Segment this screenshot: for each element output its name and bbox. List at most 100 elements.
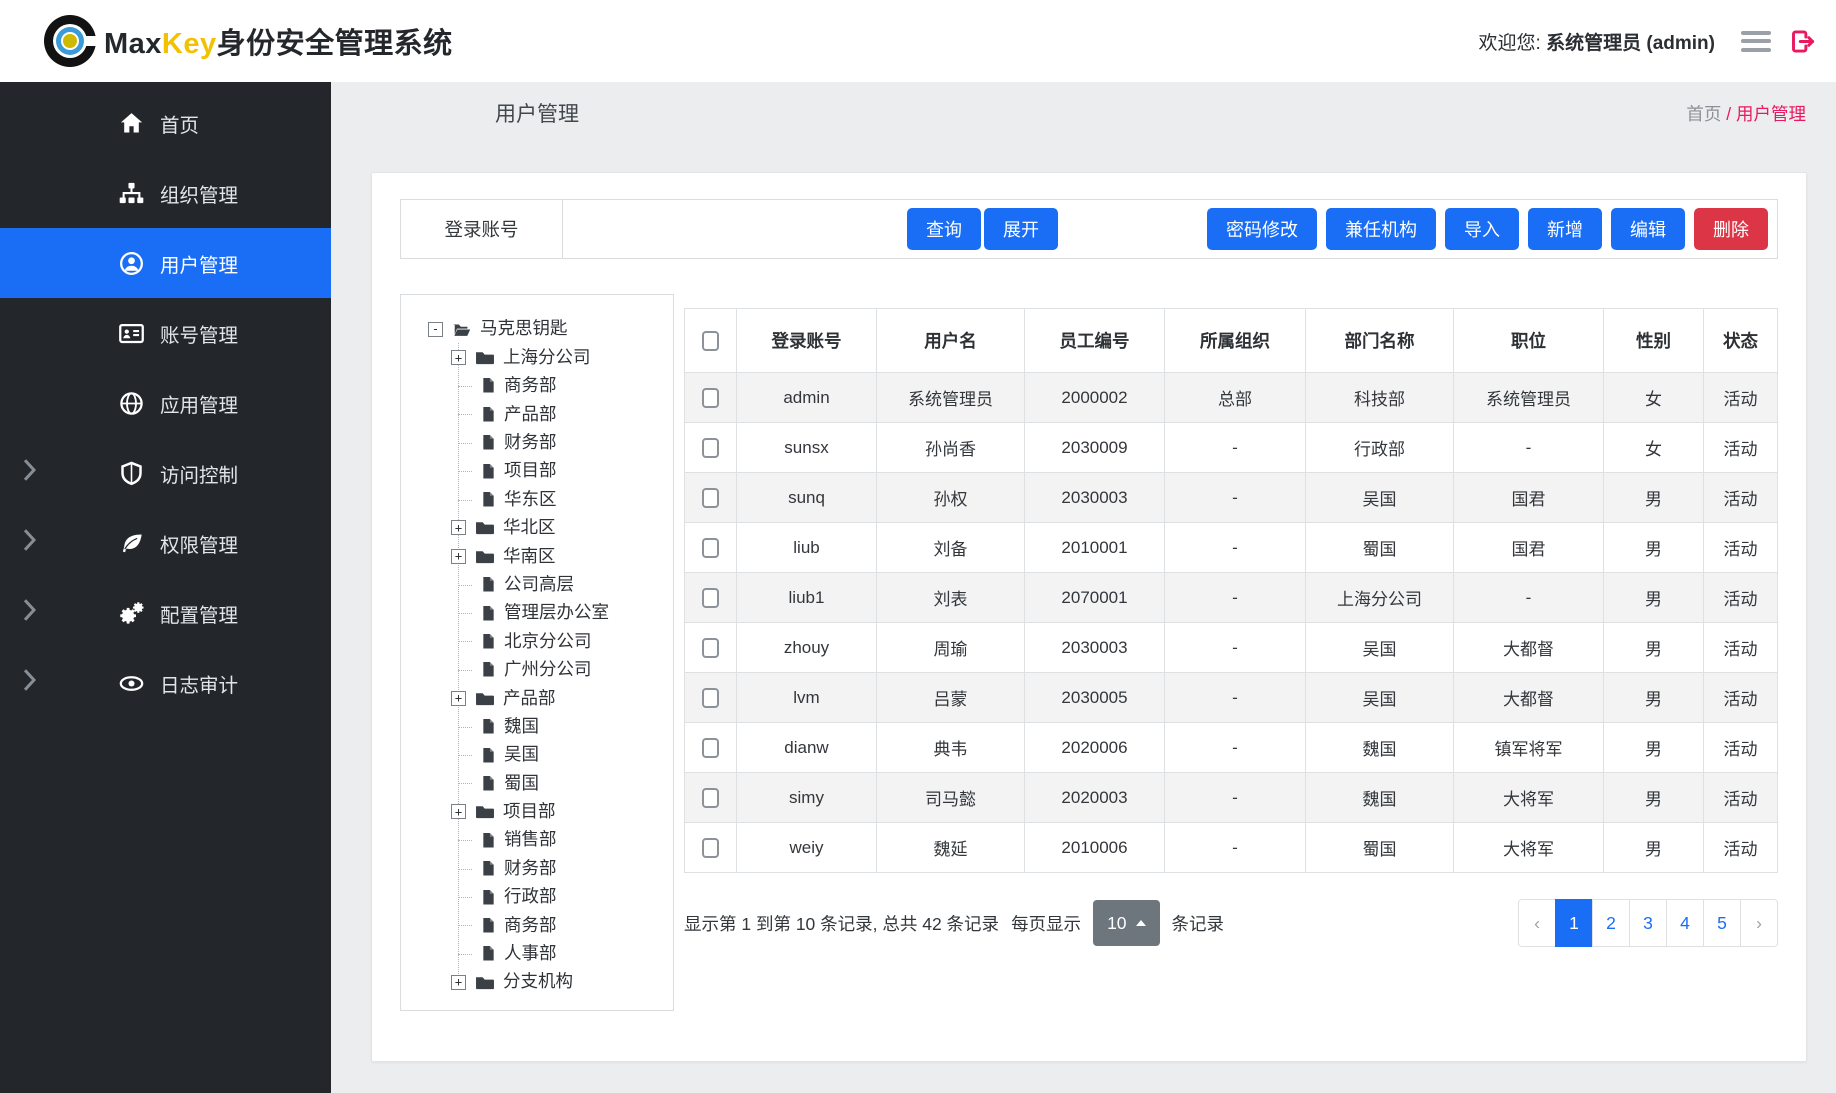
adjunct-org-button[interactable]: 兼任机构 bbox=[1326, 208, 1436, 250]
tree-node[interactable]: 商务部 bbox=[401, 911, 673, 939]
menu-icon[interactable] bbox=[1741, 31, 1771, 52]
sidebar-item-apps[interactable]: 应用管理 bbox=[0, 368, 331, 438]
tree-node-label[interactable]: 产品部 bbox=[503, 690, 556, 708]
tree-node-label[interactable]: 吴国 bbox=[504, 746, 539, 764]
tree-node[interactable]: + 华北区 bbox=[401, 514, 673, 542]
expand-toggle-icon[interactable]: + bbox=[451, 350, 466, 365]
sign-out-icon[interactable] bbox=[1789, 28, 1816, 55]
edit-button[interactable]: 编辑 bbox=[1611, 208, 1685, 250]
add-button[interactable]: 新增 bbox=[1528, 208, 1602, 250]
tree-node-label[interactable]: 行政部 bbox=[504, 888, 557, 906]
tree-node-label[interactable]: 北京分公司 bbox=[504, 633, 592, 651]
row-checkbox[interactable] bbox=[702, 838, 719, 858]
table-row[interactable]: liub1刘表2070001-上海分公司-男活动 bbox=[685, 573, 1778, 623]
delete-button[interactable]: 删除 bbox=[1694, 208, 1768, 250]
tree-node[interactable]: + 上海分公司 bbox=[401, 343, 673, 371]
tree-node[interactable]: + 分支机构 bbox=[401, 968, 673, 996]
tree-node-label[interactable]: 公司高层 bbox=[504, 576, 574, 594]
page-button-5[interactable]: 5 bbox=[1703, 899, 1741, 947]
query-button[interactable]: 查询 bbox=[907, 208, 981, 250]
tree-node-label[interactable]: 分支机构 bbox=[503, 973, 573, 991]
sidebar-item-config[interactable]: 配置管理 bbox=[0, 578, 331, 648]
table-row[interactable]: sunsx孙尚香2030009-行政部-女活动 bbox=[685, 423, 1778, 473]
row-checkbox[interactable] bbox=[702, 438, 719, 458]
row-checkbox[interactable] bbox=[702, 638, 719, 658]
next-page-button[interactable]: › bbox=[1740, 899, 1778, 947]
tree-node[interactable]: 蜀国 bbox=[401, 769, 673, 797]
tree-node-label[interactable]: 项目部 bbox=[504, 462, 557, 480]
row-checkbox[interactable] bbox=[702, 788, 719, 808]
tree-node[interactable]: 产品部 bbox=[401, 400, 673, 428]
table-row[interactable]: dianw典韦2020006-魏国镇军将军男活动 bbox=[685, 723, 1778, 773]
tree-node[interactable]: 财务部 bbox=[401, 854, 673, 882]
tree-node-label[interactable]: 产品部 bbox=[504, 406, 557, 424]
row-checkbox[interactable] bbox=[702, 538, 719, 558]
tree-node[interactable]: 公司高层 bbox=[401, 571, 673, 599]
tree-node[interactable]: 魏国 bbox=[401, 712, 673, 740]
tree-node[interactable]: 北京分公司 bbox=[401, 627, 673, 655]
expand-toggle-icon[interactable]: + bbox=[451, 691, 466, 706]
tree-node-label[interactable]: 华北区 bbox=[503, 519, 556, 537]
row-checkbox[interactable] bbox=[702, 688, 719, 708]
tree-node[interactable]: + 产品部 bbox=[401, 684, 673, 712]
tree-node-label[interactable]: 广州分公司 bbox=[504, 661, 592, 679]
table-row[interactable]: admin系统管理员2000002总部科技部系统管理员女活动 bbox=[685, 373, 1778, 423]
expand-toggle-icon[interactable]: + bbox=[451, 520, 466, 535]
table-row[interactable]: zhouy周瑜2030003-吴国大都督男活动 bbox=[685, 623, 1778, 673]
tree-node-label[interactable]: 商务部 bbox=[504, 917, 557, 935]
tree-node-label[interactable]: 蜀国 bbox=[504, 775, 539, 793]
sidebar-item-access-control[interactable]: 访问控制 bbox=[0, 438, 331, 508]
tree-node[interactable]: 人事部 bbox=[401, 940, 673, 968]
tree-node[interactable]: 项目部 bbox=[401, 457, 673, 485]
row-checkbox[interactable] bbox=[702, 588, 719, 608]
page-size-dropdown[interactable]: 10 bbox=[1093, 900, 1159, 946]
tree-node-label[interactable]: 华东区 bbox=[504, 491, 557, 509]
change-password-button[interactable]: 密码修改 bbox=[1207, 208, 1317, 250]
tree-node[interactable]: 管理层办公室 bbox=[401, 599, 673, 627]
row-checkbox[interactable] bbox=[702, 488, 719, 508]
page-button-1[interactable]: 1 bbox=[1555, 899, 1593, 947]
tree-node-label[interactable]: 商务部 bbox=[504, 377, 557, 395]
page-button-2[interactable]: 2 bbox=[1592, 899, 1630, 947]
tree-node-label[interactable]: 项目部 bbox=[503, 803, 556, 821]
sidebar-item-users[interactable]: 用户管理 bbox=[0, 228, 331, 298]
expand-toggle-icon[interactable]: + bbox=[451, 804, 466, 819]
tree-node-label[interactable]: 财务部 bbox=[504, 860, 557, 878]
breadcrumb-home-link[interactable]: 首页 bbox=[1686, 104, 1721, 124]
collapse-toggle-icon[interactable]: - bbox=[428, 322, 443, 337]
tree-node-label[interactable]: 人事部 bbox=[504, 945, 557, 963]
tree-node[interactable]: 广州分公司 bbox=[401, 656, 673, 684]
sidebar-item-accounts[interactable]: 账号管理 bbox=[0, 298, 331, 368]
table-row[interactable]: sunq孙权2030003-吴国国君男活动 bbox=[685, 473, 1778, 523]
tree-node[interactable]: - 马克思钥匙 bbox=[401, 315, 673, 343]
tree-node[interactable]: 销售部 bbox=[401, 826, 673, 854]
import-button[interactable]: 导入 bbox=[1445, 208, 1519, 250]
login-account-input[interactable] bbox=[563, 200, 907, 258]
table-row[interactable]: lvm吕蒙2030005-吴国大都督男活动 bbox=[685, 673, 1778, 723]
tree-node-label[interactable]: 上海分公司 bbox=[503, 349, 591, 367]
sidebar-item-audit[interactable]: 日志审计 bbox=[0, 648, 331, 718]
sidebar-item-org[interactable]: 组织管理 bbox=[0, 158, 331, 228]
tree-node[interactable]: +华南区 bbox=[401, 542, 673, 570]
tree-node-label[interactable]: 销售部 bbox=[504, 831, 557, 849]
sidebar-item-permissions[interactable]: 权限管理 bbox=[0, 508, 331, 578]
tree-node[interactable]: + 项目部 bbox=[401, 798, 673, 826]
tree-node-label[interactable]: 财务部 bbox=[504, 434, 557, 452]
expand-toggle-icon[interactable]: + bbox=[451, 975, 466, 990]
tree-node-label[interactable]: 马克思钥匙 bbox=[480, 320, 568, 338]
table-row[interactable]: simy司马懿2020003-魏国大将军男活动 bbox=[685, 773, 1778, 823]
select-all-checkbox[interactable] bbox=[702, 331, 719, 351]
tree-node-label[interactable]: 魏国 bbox=[504, 718, 539, 736]
tree-node[interactable]: 财务部 bbox=[401, 429, 673, 457]
table-row[interactable]: liub刘备2010001-蜀国国君男活动 bbox=[685, 523, 1778, 573]
sidebar-item-home[interactable]: 首页 bbox=[0, 88, 331, 158]
row-checkbox[interactable] bbox=[702, 738, 719, 758]
page-button-3[interactable]: 3 bbox=[1629, 899, 1667, 947]
tree-node[interactable]: 商务部 bbox=[401, 372, 673, 400]
row-checkbox[interactable] bbox=[702, 388, 719, 408]
tree-node[interactable]: 吴国 bbox=[401, 741, 673, 769]
expand-button[interactable]: 展开 bbox=[984, 208, 1058, 250]
tree-node[interactable]: 行政部 bbox=[401, 883, 673, 911]
expand-toggle-icon[interactable]: + bbox=[451, 549, 466, 564]
page-button-4[interactable]: 4 bbox=[1666, 899, 1704, 947]
